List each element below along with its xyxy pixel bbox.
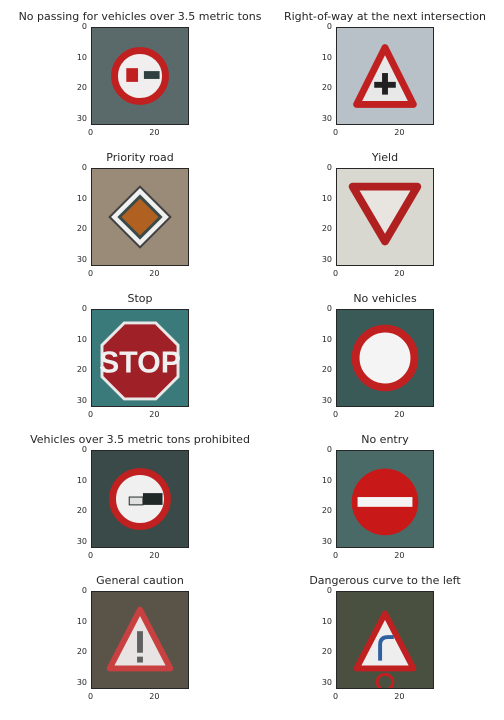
panel-title: Priority road — [106, 151, 174, 164]
svg-text:STOP: STOP — [99, 347, 181, 380]
y-tick-label: 20 — [321, 365, 332, 375]
y-tick-label: 10 — [321, 616, 332, 626]
sign-image-panel — [336, 27, 434, 125]
x-tick-label: 0 — [333, 410, 339, 419]
y-tick-label: 30 — [321, 677, 332, 687]
no-vehicles-icon — [351, 324, 419, 392]
sign-image-panel — [91, 27, 189, 125]
y-tick-label: 20 — [321, 224, 332, 234]
y-tick-label: 20 — [76, 506, 87, 516]
y-tick-label: 20 — [76, 365, 87, 375]
sign-image-panel — [91, 450, 189, 548]
y-tick-label: 20 — [76, 647, 87, 657]
y-tick-label: 30 — [321, 395, 332, 405]
y-tick-label: 30 — [76, 677, 87, 687]
y-tick-label: 10 — [321, 334, 332, 344]
x-tick-label: 0 — [333, 269, 339, 278]
y-tick-label: 0 — [326, 445, 332, 454]
y-tick-label: 0 — [81, 304, 87, 313]
panel-title: Right-of-way at the next intersection — [283, 10, 487, 23]
sign-image-panel — [91, 591, 189, 689]
panel-title: Yield — [371, 151, 399, 164]
no-passing-trucks-icon — [111, 47, 169, 105]
x-tick-label: 20 — [149, 410, 160, 419]
x-tick-label: 20 — [394, 128, 405, 137]
y-tick-label: 0 — [81, 22, 87, 31]
y-tick-label: 10 — [76, 334, 87, 344]
no-entry-icon — [351, 468, 419, 536]
dangerous-curve-left-icon — [353, 610, 417, 688]
x-tick-label: 0 — [333, 128, 339, 137]
x-tick-label: 20 — [394, 692, 405, 701]
panel-title: Dangerous curve to the left — [309, 574, 461, 587]
sign-image-panel — [91, 168, 189, 266]
general-caution-icon — [106, 606, 174, 672]
y-tick-label: 0 — [326, 22, 332, 31]
sign-image-panel — [336, 168, 434, 266]
panel-title: Stop — [127, 292, 153, 305]
panel-title: No vehicles — [353, 292, 417, 305]
stop-icon: STOP — [99, 321, 181, 401]
x-tick-label: 20 — [394, 410, 405, 419]
y-tick-label: 10 — [76, 52, 87, 62]
sign-image-panel — [336, 450, 434, 548]
y-tick-label: 10 — [321, 52, 332, 62]
x-tick-label: 20 — [394, 551, 405, 560]
y-tick-label: 0 — [81, 586, 87, 595]
y-tick-label: 0 — [326, 586, 332, 595]
x-tick-label: 0 — [88, 269, 94, 278]
y-tick-label: 30 — [321, 113, 332, 123]
priority-road-icon — [108, 185, 172, 249]
y-tick-label: 30 — [76, 113, 87, 123]
y-tick-label: 10 — [76, 616, 87, 626]
x-tick-label: 0 — [88, 410, 94, 419]
y-tick-label: 10 — [321, 475, 332, 485]
x-tick-label: 0 — [88, 551, 94, 560]
y-tick-label: 30 — [321, 254, 332, 264]
right-of-way-icon — [353, 44, 417, 108]
x-tick-label: 20 — [394, 269, 405, 278]
sign-image-panel — [336, 309, 434, 407]
x-tick-label: 20 — [149, 692, 160, 701]
y-tick-label: 10 — [76, 475, 87, 485]
y-tick-label: 20 — [321, 647, 332, 657]
panel-title: General caution — [96, 574, 184, 587]
x-tick-label: 20 — [149, 269, 160, 278]
x-tick-label: 0 — [88, 692, 94, 701]
y-tick-label: 30 — [76, 395, 87, 405]
panel-title: No passing for vehicles over 3.5 metric … — [18, 10, 262, 23]
y-tick-label: 10 — [76, 193, 87, 203]
x-tick-label: 0 — [88, 128, 94, 137]
y-tick-label: 20 — [76, 224, 87, 234]
trucks-prohibited-icon — [109, 468, 171, 530]
y-tick-label: 0 — [326, 304, 332, 313]
yield-icon — [348, 182, 422, 246]
sign-image-panel: STOP — [91, 309, 189, 407]
sign-image-panel — [336, 591, 434, 689]
y-tick-label: 10 — [321, 193, 332, 203]
panel-title: Vehicles over 3.5 metric tons prohibited — [30, 433, 250, 446]
y-tick-label: 20 — [76, 83, 87, 93]
panel-title: No entry — [361, 433, 409, 446]
y-tick-label: 30 — [76, 254, 87, 264]
y-tick-label: 0 — [81, 445, 87, 454]
x-tick-label: 20 — [149, 128, 160, 137]
y-tick-label: 20 — [321, 83, 332, 93]
x-tick-label: 20 — [149, 551, 160, 560]
y-tick-label: 30 — [76, 536, 87, 546]
x-tick-label: 0 — [333, 692, 339, 701]
x-tick-label: 0 — [333, 551, 339, 560]
y-tick-label: 0 — [326, 163, 332, 172]
y-tick-label: 20 — [321, 506, 332, 516]
y-tick-label: 0 — [81, 163, 87, 172]
y-tick-label: 30 — [321, 536, 332, 546]
